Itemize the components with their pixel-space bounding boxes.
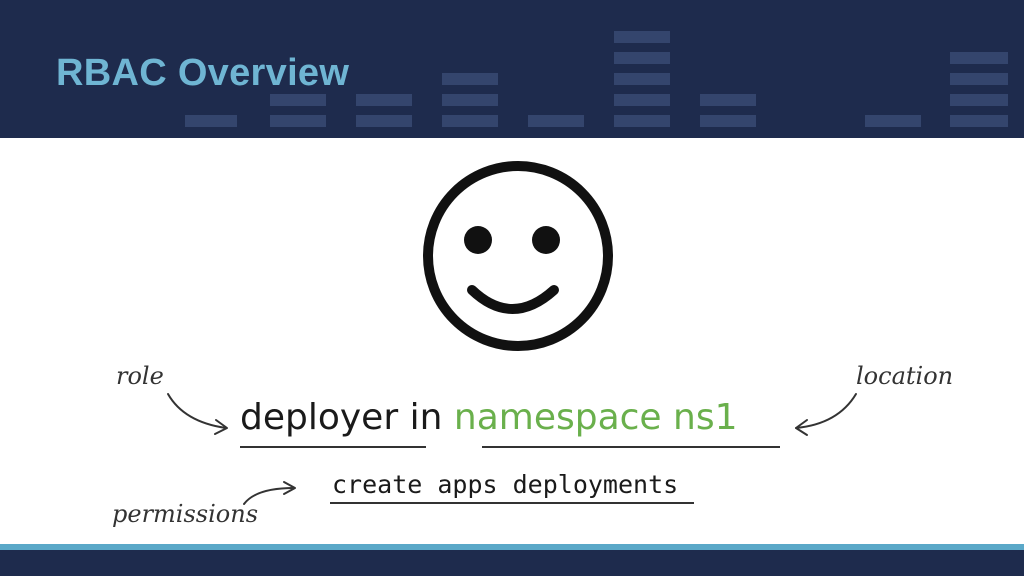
slide: RBAC Overview deployer in namespace ns1 …	[0, 0, 1024, 576]
permissions-arrow-icon	[243, 487, 295, 505]
annotation-arrows	[167, 393, 857, 505]
footer-bar	[0, 550, 1024, 576]
location-arrow-icon	[795, 393, 857, 429]
role-arrow-icon	[167, 393, 227, 429]
